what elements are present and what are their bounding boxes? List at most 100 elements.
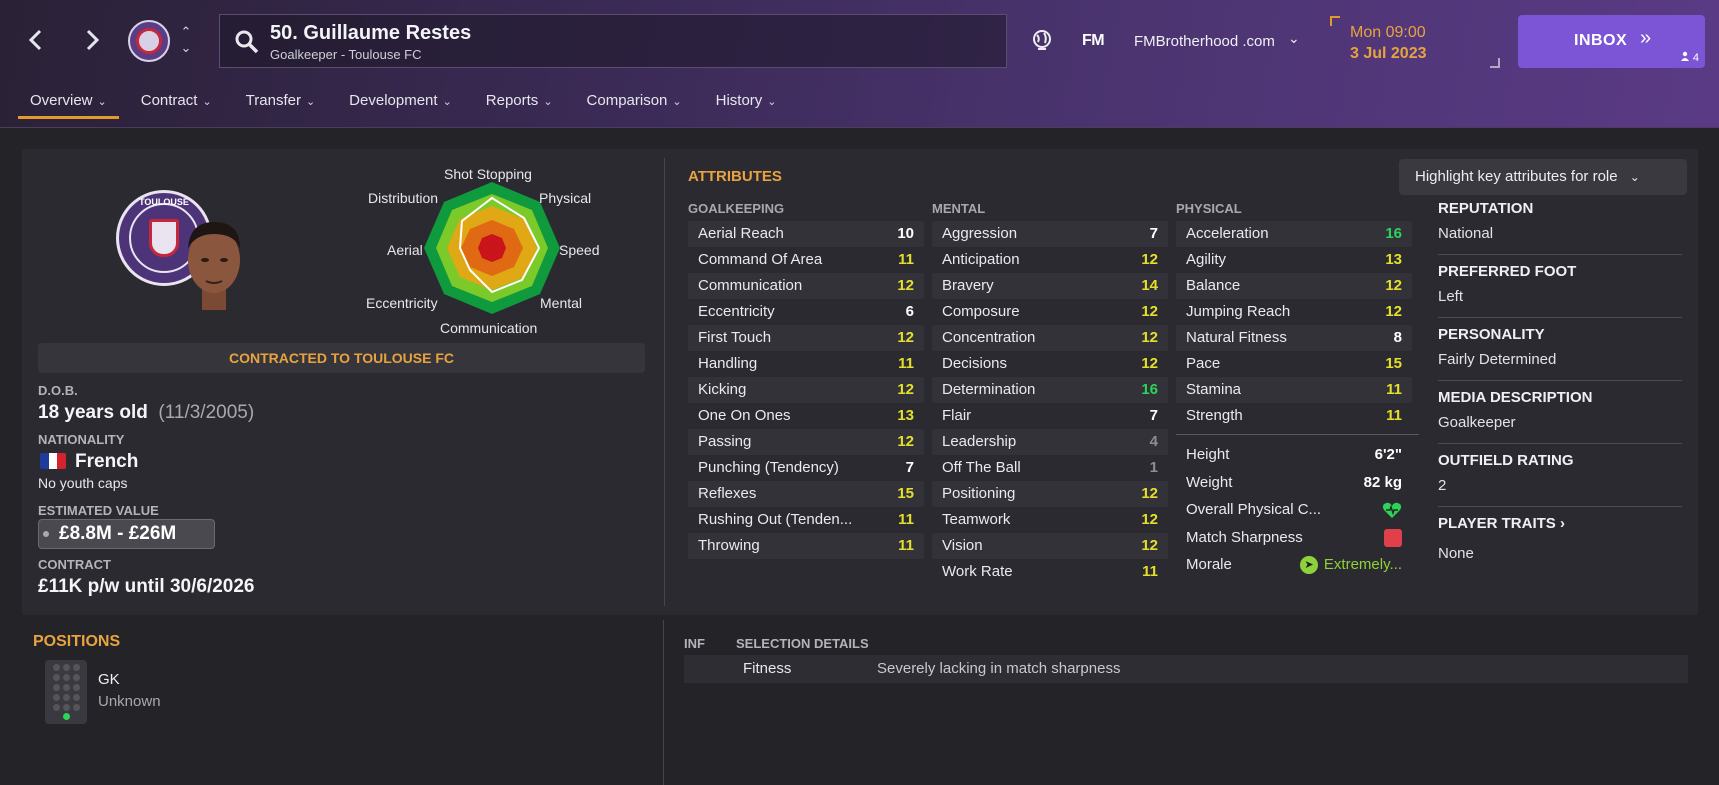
attribute-row[interactable]: Concentration 12 xyxy=(932,325,1168,351)
attribute-name: Composure xyxy=(942,303,1020,320)
attribute-row[interactable]: Rushing Out (Tenden... 11 xyxy=(688,507,924,533)
attribute-name: Work Rate xyxy=(942,563,1013,580)
globe-icon[interactable] xyxy=(1030,28,1054,52)
attribute-row[interactable]: Positioning 12 xyxy=(932,481,1168,507)
attribute-row[interactable]: Jumping Reach 12 xyxy=(1176,299,1412,325)
inbox-button[interactable]: INBOX » 4 xyxy=(1518,15,1705,68)
attribute-row[interactable]: Command Of Area 11 xyxy=(688,247,924,273)
overall-condition-row[interactable]: Overall Physical C... xyxy=(1176,497,1412,523)
chevron-down-icon[interactable]: ⌄ xyxy=(1288,30,1300,47)
attribute-row[interactable]: Balance 12 xyxy=(1176,273,1412,299)
attribute-row[interactable]: Handling 11 xyxy=(688,351,924,377)
attribute-value: 15 xyxy=(897,485,914,502)
inbox-count: 4 xyxy=(1680,51,1699,64)
contract-status-banner: CONTRACTED TO TOULOUSE FC xyxy=(38,343,645,373)
tab-history[interactable]: History ⌄ xyxy=(704,88,789,119)
physical-header: PHYSICAL xyxy=(1176,201,1242,216)
chevron-down-icon: ⌄ xyxy=(202,96,212,108)
inbox-label: INBOX xyxy=(1574,32,1628,49)
tab-contract[interactable]: Contract ⌄ xyxy=(129,88,224,119)
attribute-row[interactable]: Flair 7 xyxy=(932,403,1168,429)
attribute-row[interactable]: Natural Fitness 8 xyxy=(1176,325,1412,351)
back-button[interactable] xyxy=(18,22,54,58)
tab-reports[interactable]: Reports ⌄ xyxy=(474,88,565,119)
mental-header: MENTAL xyxy=(932,201,986,216)
chevron-up-icon[interactable]: ⌃ xyxy=(178,24,194,40)
heart-icon xyxy=(1382,502,1402,518)
attribute-row[interactable]: Bravery 14 xyxy=(932,273,1168,299)
tab-development[interactable]: Development ⌄ xyxy=(337,88,464,119)
attribute-name: Stamina xyxy=(1186,381,1242,398)
club-badge-button[interactable] xyxy=(128,20,170,62)
player-photo xyxy=(182,222,248,338)
chevron-down-icon: ⌄ xyxy=(543,96,553,108)
position-dot xyxy=(73,694,80,701)
attribute-row[interactable]: Passing 12 xyxy=(688,429,924,455)
attribute-name: Vision xyxy=(942,537,983,554)
attribute-row[interactable]: Communication 12 xyxy=(688,273,924,299)
search-icon[interactable] xyxy=(234,29,260,55)
chevron-down-icon[interactable]: ⌄ xyxy=(178,40,194,56)
attribute-row[interactable]: Aerial Reach 10 xyxy=(688,221,924,247)
attribute-row[interactable]: Agility 13 xyxy=(1176,247,1412,273)
tab-overview[interactable]: Overview ⌄ xyxy=(18,88,119,119)
attribute-row[interactable]: Decisions 12 xyxy=(932,351,1168,377)
nationality-value[interactable]: French xyxy=(75,451,138,473)
chevron-right-icon xyxy=(86,29,100,51)
outfield-rating-label: OUTFIELD RATING xyxy=(1438,452,1574,469)
attribute-name: Aerial Reach xyxy=(698,225,784,242)
attribute-row[interactable]: Punching (Tendency) 7 xyxy=(688,455,924,481)
attribute-name: Off The Ball xyxy=(942,459,1021,476)
dob-label: D.O.B. xyxy=(38,383,78,398)
attribute-value: 1 xyxy=(1149,459,1158,476)
attribute-value: 12 xyxy=(1141,251,1158,268)
attribute-row[interactable]: Vision 12 xyxy=(932,533,1168,559)
physical-attributes: Acceleration 16 Agility 13 Balance 12 Jumping … xyxy=(1176,221,1412,429)
height-row: Height 6'2" xyxy=(1186,446,1402,463)
attribute-row[interactable]: Leadership 4 xyxy=(932,429,1168,455)
goalkeeping-attributes: Aerial Reach 10 Command Of Area 11 Communica… xyxy=(688,221,924,559)
attribute-row[interactable]: Throwing 11 xyxy=(688,533,924,559)
attribute-row[interactable]: First Touch 12 xyxy=(688,325,924,351)
crest-text: TOULOUSE xyxy=(139,197,189,207)
player-traits-link[interactable]: PLAYER TRAITS › xyxy=(1438,515,1565,532)
attribute-row[interactable]: Composure 12 xyxy=(932,299,1168,325)
tab-transfer[interactable]: Transfer ⌄ xyxy=(234,88,328,119)
attribute-row[interactable]: Teamwork 12 xyxy=(932,507,1168,533)
attribute-row[interactable]: One On Ones 13 xyxy=(688,403,924,429)
attribute-row[interactable]: Pace 15 xyxy=(1176,351,1412,377)
tab-comparison[interactable]: Comparison ⌄ xyxy=(575,88,694,119)
position-dot xyxy=(63,694,70,701)
attribute-name: Acceleration xyxy=(1186,225,1269,242)
date-display[interactable]: Mon 09:00 3 Jul 2023 xyxy=(1330,16,1500,68)
attribute-row[interactable]: Kicking 12 xyxy=(688,377,924,403)
divider xyxy=(1176,434,1419,435)
attribute-name: Reflexes xyxy=(698,485,757,502)
attribute-name: Aggression xyxy=(942,225,1018,242)
sharpness-icon xyxy=(1384,529,1402,547)
divider xyxy=(1438,443,1682,444)
goalkeeper-position-dot xyxy=(63,713,70,720)
attribute-row[interactable]: Acceleration 16 xyxy=(1176,221,1412,247)
attribute-row[interactable]: Stamina 11 xyxy=(1176,377,1412,403)
attribute-row[interactable]: Eccentricity 6 xyxy=(688,299,924,325)
attribute-row[interactable]: Anticipation 12 xyxy=(932,247,1168,273)
attribute-row[interactable]: Aggression 7 xyxy=(932,221,1168,247)
morale-row[interactable]: Morale ➤ Extremely... xyxy=(1176,552,1412,578)
attribute-name: Command Of Area xyxy=(698,251,823,268)
highlight-role-dropdown[interactable]: Highlight key attributes for role ⌄ xyxy=(1399,159,1687,195)
attribute-row[interactable]: Determination 16 xyxy=(932,377,1168,403)
person-icon xyxy=(1680,51,1689,61)
position-dot xyxy=(53,684,60,691)
site-name[interactable]: FMBrotherhood .com xyxy=(1134,33,1275,50)
attribute-row[interactable]: Reflexes 15 xyxy=(688,481,924,507)
double-chevron-right-icon: » xyxy=(1640,27,1652,49)
attribute-row[interactable]: Off The Ball 1 xyxy=(932,455,1168,481)
player-search-box[interactable]: 50. Guillaume Restes Goalkeeper - Toulou… xyxy=(219,14,1007,68)
forward-button[interactable] xyxy=(74,22,110,58)
attribute-row[interactable]: Strength 11 xyxy=(1176,403,1412,429)
attribute-row[interactable]: Work Rate 11 xyxy=(932,559,1168,585)
player-switch-arrows[interactable]: ⌃ ⌄ xyxy=(178,24,194,56)
match-sharpness-row[interactable]: Match Sharpness xyxy=(1176,525,1412,551)
attribute-value: 11 xyxy=(1142,563,1158,580)
